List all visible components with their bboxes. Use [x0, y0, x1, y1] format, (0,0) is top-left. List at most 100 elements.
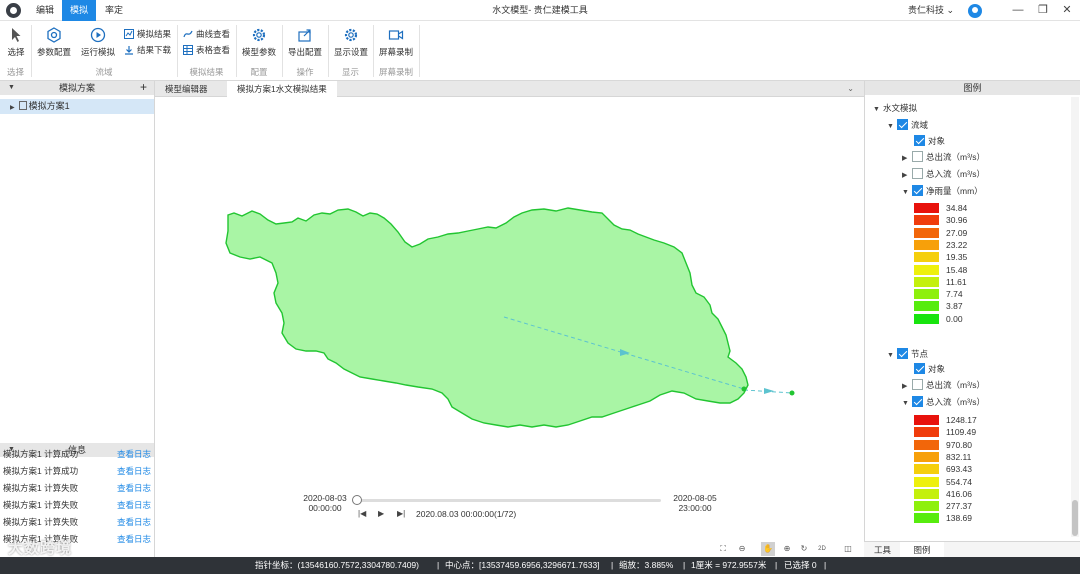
legend-node-outflow-label: 总出流（m³/s）	[926, 380, 986, 390]
result-download-button[interactable]: 结果下载	[124, 43, 171, 57]
legend-color-swatch	[914, 203, 939, 213]
expand-down-icon[interactable]: ▼	[902, 184, 912, 201]
map-view[interactable]	[156, 97, 864, 540]
chevron-down-icon[interactable]: ⌄	[847, 81, 854, 97]
tab-tools[interactable]: 工具	[874, 542, 891, 558]
skip-forward-icon[interactable]: ▶|	[397, 509, 405, 518]
table-view-button[interactable]: 表格查看	[183, 43, 230, 57]
legend-class-label: 832.11	[946, 451, 972, 462]
checkbox-checked-icon[interactable]	[914, 363, 925, 374]
legend-scrollbar[interactable]	[1071, 97, 1079, 537]
checkbox-checked-icon[interactable]	[914, 135, 925, 146]
pan-hand-icon[interactable]: ✋	[761, 542, 775, 556]
legend-basin-inflow[interactable]: ▶ 总入流（m³/s）	[902, 166, 985, 183]
legend-color-swatch	[914, 439, 939, 450]
checkbox-checked-icon[interactable]	[897, 348, 908, 359]
view-log-link[interactable]: 查看日志	[117, 480, 151, 497]
user-avatar-icon[interactable]	[968, 4, 982, 18]
collapse-icon[interactable]: ▼	[8, 81, 15, 95]
scheme-panel-header[interactable]: ▼ 模拟方案 +	[0, 80, 154, 95]
view-log-link[interactable]: 查看日志	[117, 463, 151, 480]
expand-down-icon[interactable]: ▼	[902, 395, 912, 412]
legend-basin-object[interactable]: 对象	[914, 133, 945, 150]
legend-inflow-label: 总入流（m³/s）	[926, 169, 986, 179]
close-icon[interactable]: ✕	[1054, 0, 1080, 21]
view-log-link[interactable]: 查看日志	[117, 446, 151, 463]
expand-down-icon[interactable]: ▼	[873, 101, 883, 118]
checkbox-unchecked-icon[interactable]	[912, 379, 923, 390]
zoom-in-icon[interactable]: ⊕	[780, 542, 794, 556]
checkbox-unchecked-icon[interactable]	[912, 168, 923, 179]
timeline-handle[interactable]	[352, 495, 362, 505]
legend-class-label: 3.87	[946, 301, 963, 312]
fullscreen-icon[interactable]: ⛶	[716, 542, 730, 556]
add-icon[interactable]: +	[140, 80, 147, 94]
legend-basin-outflow[interactable]: ▶ 总出流（m³/s）	[902, 149, 985, 166]
run-sim-button[interactable]: 运行模拟	[79, 27, 117, 67]
legend-color-swatch	[914, 476, 939, 487]
tab-sim-result[interactable]: 模拟方案1水文模拟结果	[227, 81, 337, 97]
end-date: 2020-08-05	[673, 493, 717, 503]
legend-class-label: 27.09	[946, 227, 968, 238]
tree-item-label: 模拟方案1	[28, 101, 70, 111]
screen-record-button[interactable]: 屏幕录制	[376, 27, 416, 67]
menu-simulate[interactable]: 模拟	[62, 0, 96, 21]
legend-color-swatch	[914, 415, 939, 425]
tab-legend[interactable]: 图例	[900, 542, 944, 558]
restore-icon[interactable]: ❐	[1030, 0, 1056, 21]
legend-scrollbar-thumb[interactable]	[1072, 500, 1078, 536]
mode-2d-button[interactable]: 2D	[815, 542, 829, 556]
legend-node-inflow[interactable]: ▼ 总入流（m³/s）	[902, 394, 985, 411]
company-menu[interactable]: 贵仁科技 ⌄	[908, 0, 954, 21]
legend-net-rain[interactable]: ▼ 净雨量（mm）	[902, 183, 983, 200]
legend-color-swatch	[914, 252, 939, 263]
model-params-button[interactable]: 模型参数	[239, 27, 279, 67]
zoom-out-icon[interactable]: ⊖	[735, 542, 749, 556]
menu-edit[interactable]: 编辑	[30, 0, 60, 21]
select-button[interactable]: 选择	[3, 27, 29, 67]
view-log-link[interactable]: 查看日志	[117, 514, 151, 531]
legend-node-object[interactable]: 对象	[914, 361, 945, 378]
minimize-icon[interactable]: —	[1005, 0, 1031, 21]
legend-basin[interactable]: ▼ 流域	[887, 117, 928, 134]
expand-down-icon[interactable]: ▼	[887, 118, 897, 135]
menu-calibrate[interactable]: 率定	[98, 0, 130, 21]
skip-back-icon[interactable]: |◀	[358, 509, 366, 518]
expand-right-icon[interactable]: ▶	[902, 167, 912, 184]
view-log-link[interactable]: 查看日志	[117, 531, 151, 548]
outlet-arrow-icon	[764, 388, 774, 394]
play-icon[interactable]: ▶	[378, 509, 384, 518]
timeline-slider[interactable]	[357, 499, 661, 502]
legend-color-swatch	[914, 501, 939, 512]
legend-color-swatch	[914, 227, 939, 238]
app-logo-icon[interactable]	[6, 3, 21, 18]
param-config-button[interactable]: 参数配置	[35, 27, 73, 67]
result-download-label: 结果下载	[137, 45, 172, 55]
info-message: 模拟方案1 计算失败	[3, 517, 79, 527]
map-canvas[interactable]	[156, 97, 864, 540]
checkbox-checked-icon[interactable]	[912, 185, 923, 196]
split-view-icon[interactable]: ◫	[841, 542, 855, 556]
rotate-icon[interactable]: ↻	[797, 542, 811, 556]
expand-right-icon[interactable]: ▶	[902, 150, 912, 167]
view-log-link[interactable]: 查看日志	[117, 497, 151, 514]
map-toolbar: ⛶ ⊖ ✋ ⊕ ↻ 2D ◫	[716, 542, 864, 557]
export-config-button[interactable]: 导出配置	[285, 27, 325, 67]
sim-result-button[interactable]: 模拟结果	[124, 27, 171, 41]
checkbox-checked-icon[interactable]	[912, 396, 923, 407]
checkbox-checked-icon[interactable]	[897, 119, 908, 130]
map-scale: 1厘米 = 972.9557米	[691, 560, 767, 570]
legend-root[interactable]: ▼ 水文模拟	[873, 100, 917, 117]
legend-color-swatch	[914, 427, 939, 438]
legend-class-label: 15.48	[946, 264, 968, 275]
curve-view-button[interactable]: 曲线查看	[183, 27, 230, 41]
checkbox-unchecked-icon[interactable]	[912, 151, 923, 162]
expand-icon[interactable]: ▶	[10, 105, 15, 111]
tree-item-scheme[interactable]: ▶ 模拟方案1	[0, 99, 154, 114]
display-settings-button[interactable]: 显示设置	[331, 27, 371, 67]
expand-right-icon[interactable]: ▶	[902, 378, 912, 395]
status-divider: |	[775, 560, 778, 570]
tab-model-editor[interactable]: 模型编辑器	[155, 81, 218, 97]
expand-down-icon[interactable]: ▼	[887, 347, 897, 364]
legend-node-outflow[interactable]: ▶ 总出流（m³/s）	[902, 377, 985, 394]
